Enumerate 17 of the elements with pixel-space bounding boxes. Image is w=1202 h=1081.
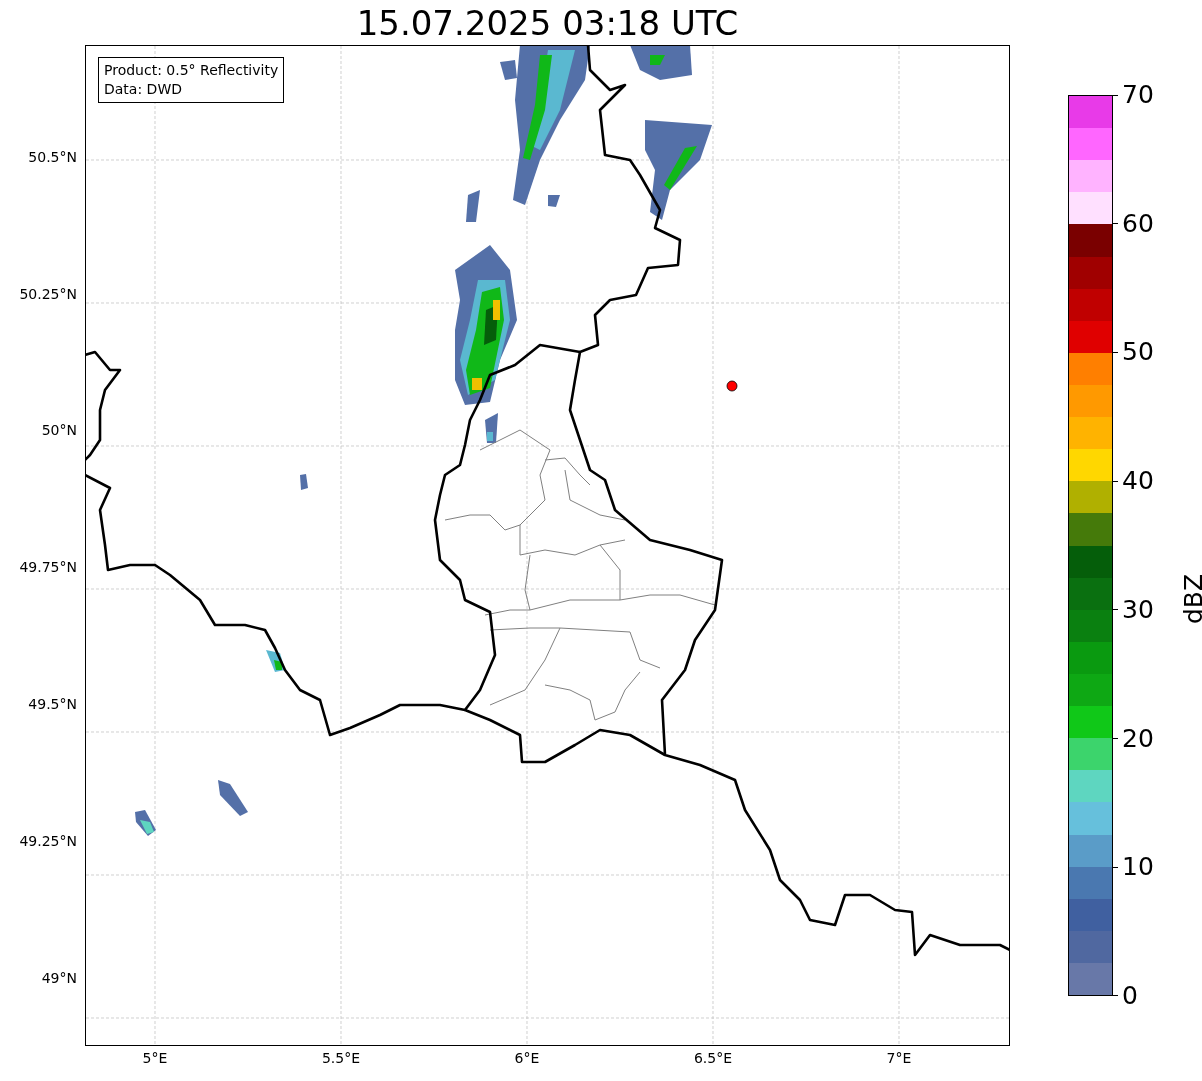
latitude-label: 50°N <box>41 422 77 439</box>
latitude-label: 49.25°N <box>19 832 77 849</box>
longitude-label: 6°E <box>514 1050 540 1066</box>
legend-text: Product: 0.5° Reflectivity <box>104 61 279 80</box>
longitude-label: 5°E <box>142 1050 168 1066</box>
latitude-label: 49.5°N <box>28 696 77 712</box>
latitude-label: 50.25°N <box>19 285 77 302</box>
legend-text: Data: DWD <box>104 80 183 99</box>
longitude-label: 6.5°E <box>693 1050 733 1066</box>
latitude-label: 49.75°N <box>19 559 77 576</box>
longitude-label: 5.5°E <box>321 1050 361 1066</box>
latitude-label: 50.5°N <box>28 148 77 165</box>
latitude-label: 49°N <box>41 969 77 986</box>
colorbar-label: dBZ <box>1178 573 1202 625</box>
chart-title: 15.07.2025 03:18 UTC <box>356 5 739 40</box>
radar-site-marker <box>726 380 738 392</box>
longitude-label: 7°E <box>886 1050 912 1066</box>
